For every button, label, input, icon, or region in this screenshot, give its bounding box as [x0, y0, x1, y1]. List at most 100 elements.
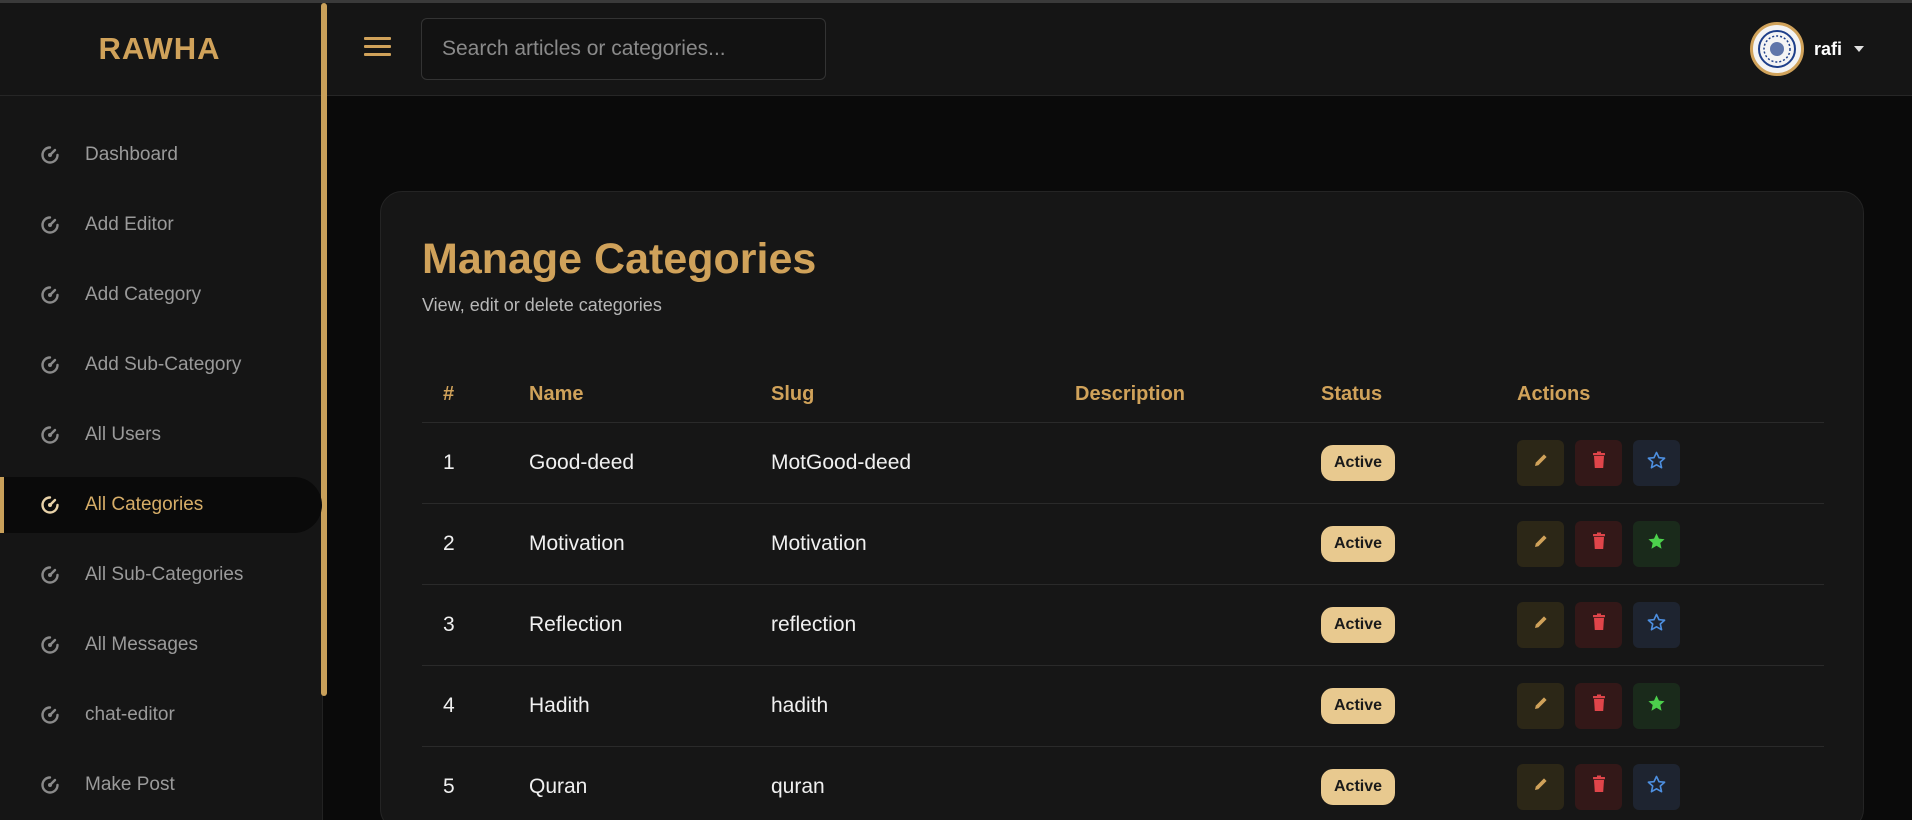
star-icon [1647, 694, 1666, 719]
sidebar-item-add-editor[interactable]: Add Editor [0, 197, 322, 253]
header-actions: Actions [1517, 383, 1591, 405]
feature-toggle-button[interactable] [1633, 440, 1680, 486]
edit-button[interactable] [1517, 521, 1564, 567]
cell-number: 2 [443, 532, 455, 555]
speedometer-icon [38, 143, 62, 167]
pencil-icon [1532, 451, 1550, 475]
delete-button[interactable] [1575, 521, 1622, 567]
sidebar-item-label: All Categories [85, 494, 204, 515]
cell-actions [1517, 764, 1824, 810]
feature-toggle-button[interactable] [1633, 764, 1680, 810]
cell-slug: quran [771, 775, 825, 798]
search-input[interactable] [421, 18, 826, 80]
cell-actions [1517, 602, 1824, 648]
trash-icon [1591, 775, 1607, 799]
pencil-icon [1532, 775, 1550, 799]
sidebar-item-all-users[interactable]: All Users [0, 407, 322, 463]
table-header: # Name Slug Description Status Actions [422, 367, 1824, 423]
delete-button[interactable] [1575, 602, 1622, 648]
speedometer-icon [38, 563, 62, 587]
sidebar-item-add-sub-category[interactable]: Add Sub-Category [0, 337, 322, 393]
speedometer-icon [38, 353, 62, 377]
speedometer-icon [38, 633, 62, 657]
speedometer-icon [38, 283, 62, 307]
star-icon [1647, 775, 1666, 800]
edit-button[interactable] [1517, 602, 1564, 648]
sidebar-item-all-categories[interactable]: All Categories [0, 477, 322, 533]
page-title: Manage Categories [422, 235, 817, 283]
pencil-icon [1532, 694, 1550, 718]
cell-number: 3 [443, 613, 455, 636]
cell-status: Active [1321, 688, 1517, 724]
sidebar-item-label: Add Category [85, 284, 202, 305]
sidebar-item-label: All Sub-Categories [85, 564, 244, 585]
cell-name: Quran [529, 775, 588, 798]
speedometer-icon [38, 493, 62, 517]
cell-number: 1 [443, 451, 455, 474]
sidebar-item-label: Make Post [85, 774, 175, 795]
status-badge: Active [1321, 445, 1396, 481]
chevron-down-icon [1854, 46, 1864, 52]
sidebar-item-label: All Messages [85, 634, 198, 655]
delete-button[interactable] [1575, 764, 1622, 810]
feature-toggle-button[interactable] [1633, 602, 1680, 648]
sidebar-item-dashboard[interactable]: Dashboard [0, 127, 322, 183]
cell-name: Hadith [529, 694, 590, 717]
table-row: 3 Reflection reflection Active [422, 585, 1824, 666]
cell-slug: MotGood-deed [771, 451, 912, 474]
cell-number: 5 [443, 775, 455, 798]
edit-button[interactable] [1517, 764, 1564, 810]
sidebar-item-add-category[interactable]: Add Category [0, 267, 322, 323]
table-row: 2 Motivation Motivation Active [422, 504, 1824, 585]
sidebar-item-label: All Users [85, 424, 162, 445]
cell-status: Active [1321, 607, 1517, 643]
pencil-icon [1532, 532, 1550, 556]
pencil-icon [1532, 613, 1550, 637]
user-name: rafi [1813, 38, 1842, 59]
cell-slug: Motivation [771, 532, 867, 555]
status-badge: Active [1321, 526, 1396, 562]
trash-icon [1591, 613, 1607, 637]
cell-status: Active [1321, 769, 1517, 805]
categories-table: # Name Slug Description Status Actions 1… [422, 367, 1824, 820]
categories-card: Manage Categories View, edit or delete c… [380, 191, 1864, 820]
star-icon [1647, 613, 1666, 638]
brand-logo[interactable]: RAWHA [0, 3, 322, 96]
sidebar-item-label: Dashboard [85, 144, 178, 165]
menu-toggle-icon[interactable] [364, 37, 391, 59]
star-icon [1647, 532, 1666, 557]
page-subtitle: View, edit or delete categories [422, 295, 662, 315]
edit-button[interactable] [1517, 683, 1564, 729]
cell-slug: hadith [771, 694, 829, 717]
sidebar-item-label: Add Sub-Category [85, 354, 242, 375]
delete-button[interactable] [1575, 683, 1622, 729]
sidebar-item-label: chat-editor [85, 704, 175, 725]
status-badge: Active [1321, 769, 1396, 805]
status-badge: Active [1321, 688, 1396, 724]
cell-slug: reflection [771, 613, 857, 636]
user-menu[interactable]: rafi [1749, 22, 1864, 76]
header-name: Name [529, 383, 584, 405]
avatar [1749, 22, 1804, 76]
trash-icon [1591, 694, 1607, 718]
delete-button[interactable] [1575, 440, 1622, 486]
sidebar-item-chat-editor[interactable]: chat-editor [0, 687, 322, 743]
feature-toggle-button[interactable] [1633, 683, 1680, 729]
trash-icon [1591, 451, 1607, 475]
cell-status: Active [1321, 526, 1517, 562]
sidebar-item-all-messages[interactable]: All Messages [0, 617, 322, 673]
cell-name: Reflection [529, 613, 623, 636]
table-row: 5 Quran quran Active [422, 747, 1824, 820]
cell-name: Good-deed [529, 451, 635, 474]
cell-actions [1517, 521, 1824, 567]
sidebar-nav: Dashboard Add Editor Add Category Add Sub-C… [0, 127, 323, 820]
sidebar-item-make-post[interactable]: Make Post [0, 757, 322, 813]
header-number: # [443, 383, 455, 405]
feature-toggle-button[interactable] [1633, 521, 1680, 567]
sidebar-item-all-sub-categories[interactable]: All Sub-Categories [0, 547, 322, 603]
header-slug: Slug [771, 383, 815, 405]
star-icon [1647, 451, 1666, 476]
edit-button[interactable] [1517, 440, 1564, 486]
speedometer-icon [38, 213, 62, 237]
table-body: 1 Good-deed MotGood-deed Active 2 Motiva… [422, 423, 1824, 820]
